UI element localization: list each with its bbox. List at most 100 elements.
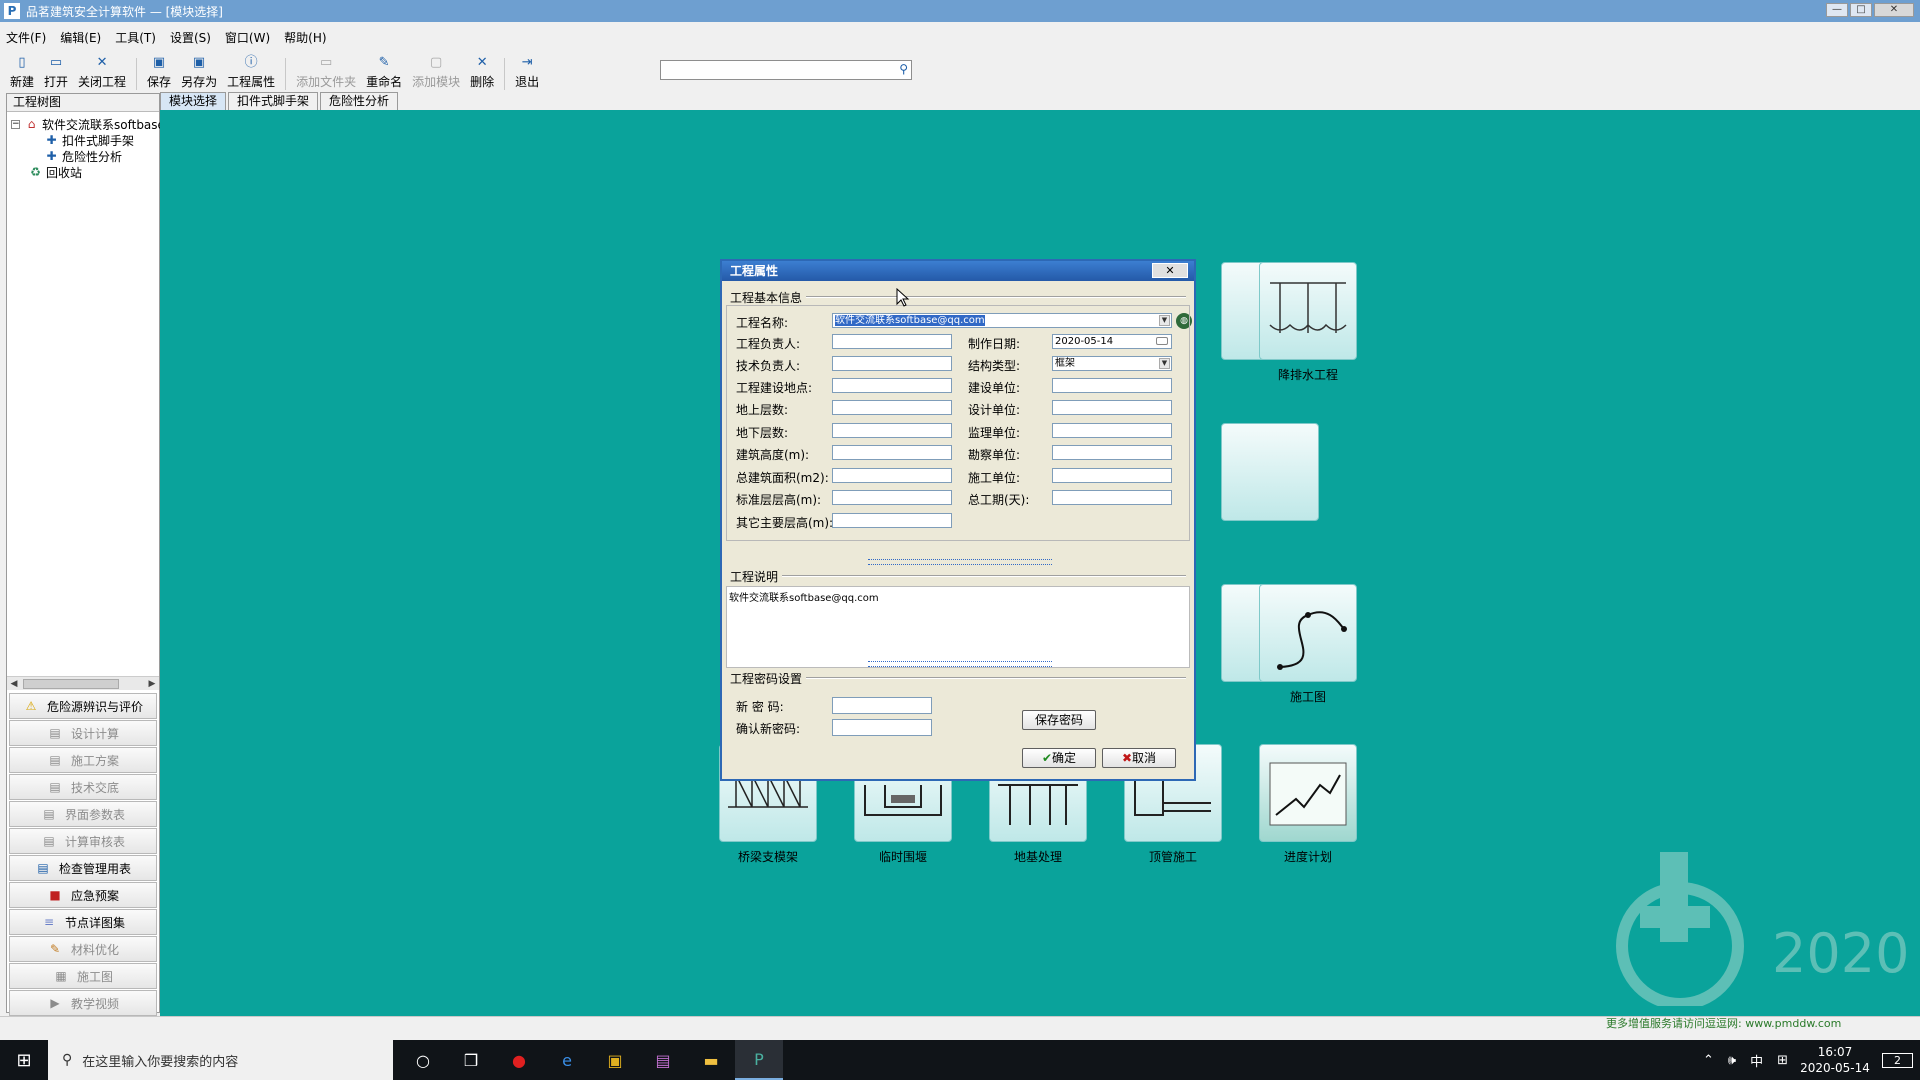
open-button[interactable]: ▭ 打开 xyxy=(44,55,68,90)
file-explorer-icon[interactable]: ▬ xyxy=(687,1040,735,1080)
toolbar: ▯ 新建 ▭ 打开 ✕ 关闭工程 ▣ 保存 ▣ 另存为 ⓘ 工程属性 ▭ 添加文件夹 ✎ 重命名… xyxy=(0,52,1920,90)
search-input[interactable]: ⚲ xyxy=(660,60,912,80)
task-view-icon[interactable]: ❒ xyxy=(447,1040,495,1080)
project-description-textarea[interactable]: 软件交流联系softbase@qq.com xyxy=(726,586,1190,668)
tab-module-select[interactable]: 模块选择 xyxy=(160,92,227,110)
group-divider xyxy=(730,575,1186,577)
volume-icon[interactable]: 🕪 xyxy=(1728,1053,1736,1068)
nav-design-calc[interactable]: ▤ 设计计算 xyxy=(9,720,157,746)
new-password-field[interactable] xyxy=(832,697,932,714)
windows-start-icon[interactable]: ⊞ xyxy=(0,1040,48,1080)
taskbar-clock[interactable]: 16:07 2020-05-14 xyxy=(1795,1044,1875,1076)
watermark-year: 2020 xyxy=(1772,922,1910,985)
scroll-thumb[interactable] xyxy=(23,679,119,689)
pinming-app-icon[interactable]: P xyxy=(735,1040,783,1080)
tree-node-scaffold[interactable]: ✚ 扣件式脚手架 xyxy=(45,132,134,149)
module-drawing[interactable] xyxy=(1259,584,1357,682)
curve-drawing-icon xyxy=(1277,611,1347,670)
menu-window[interactable]: 窗口(W) xyxy=(225,29,270,46)
cancel-button[interactable]: ✖取消 xyxy=(1102,748,1176,768)
tree-horizontal-scrollbar[interactable]: ◀ ▶ xyxy=(7,676,159,690)
save-button[interactable]: ▣ 保存 xyxy=(147,55,171,90)
minimize-button[interactable]: — xyxy=(1826,3,1848,17)
close-project-button[interactable]: ✕ 关闭工程 xyxy=(78,55,126,90)
tree-node-risk[interactable]: ✚ 危险性分析 xyxy=(45,148,122,165)
taskbar-search-placeholder: 在这里输入你要搜索的内容 xyxy=(82,1054,239,1070)
project-props-button[interactable]: ⓘ 工程属性 xyxy=(227,55,275,90)
record-app-icon[interactable]: ● xyxy=(495,1040,543,1080)
maximize-button[interactable]: □ xyxy=(1850,3,1872,17)
module-schedule[interactable] xyxy=(1259,744,1357,842)
tree-node-root[interactable]: − ⌂ 软件交流联系softbase xyxy=(11,116,165,133)
search-icon[interactable]: ⚲ xyxy=(899,62,908,76)
nav-hazard[interactable]: ⚠ 危险源辨识与评价 xyxy=(9,693,157,719)
close-window-button[interactable]: ✕ xyxy=(1874,3,1914,17)
rename-icon: ✎ xyxy=(378,55,390,70)
menu-tools[interactable]: 工具(T) xyxy=(115,29,156,46)
collapse-icon[interactable]: − xyxy=(11,120,20,129)
ime-indicator[interactable]: 中 xyxy=(1750,1051,1763,1070)
nav-drawing[interactable]: ▦ 施工图 xyxy=(9,963,157,989)
document-tabs: 模块选择 扣件式脚手架 危险性分析 xyxy=(160,92,400,110)
recycle-icon: ♻ xyxy=(30,165,41,179)
basic-info-frame xyxy=(726,305,1190,541)
scroll-left-icon[interactable]: ◀ xyxy=(7,677,21,691)
table-icon: ▤ xyxy=(43,807,55,821)
promo-link[interactable]: 更多增值服务请访问逗逗网: www.pmddw.com xyxy=(1606,1016,1906,1032)
edge-browser-icon[interactable]: e xyxy=(543,1040,591,1080)
audit-icon: ▤ xyxy=(43,834,55,848)
app-icon[interactable]: ▣ xyxy=(591,1040,639,1080)
tab-scaffold[interactable]: 扣件式脚手架 xyxy=(228,92,319,110)
add-module-button[interactable]: ▢ 添加模块 xyxy=(412,55,460,90)
menu-help[interactable]: 帮助(H) xyxy=(284,29,326,46)
menu-edit[interactable]: 编辑(E) xyxy=(60,29,101,46)
nav-construction-plan[interactable]: ▤ 施工方案 xyxy=(9,747,157,773)
window-title: 品茗建筑安全计算软件 — [模块选择] xyxy=(26,4,223,19)
group-pwd-title: 工程密码设置 xyxy=(730,670,807,687)
menu-settings[interactable]: 设置(S) xyxy=(170,29,211,46)
nav-video[interactable]: ▶ 教学视频 xyxy=(9,990,157,1016)
tab-risk-analysis[interactable]: 危险性分析 xyxy=(320,92,399,110)
add-folder-button[interactable]: ▭ 添加文件夹 xyxy=(296,55,356,90)
rename-button[interactable]: ✎ 重命名 xyxy=(366,55,402,90)
archive-app-icon[interactable]: ▤ xyxy=(639,1040,687,1080)
cortana-icon[interactable]: ○ xyxy=(399,1040,447,1080)
nav-node-details[interactable]: ≡ 节点详图集 xyxy=(9,909,157,935)
window-titlebar: P 品茗建筑安全计算软件 — [模块选择] — □ ✕ xyxy=(0,0,1920,22)
save-password-button[interactable]: 保存密码 xyxy=(1022,710,1096,730)
save-as-button[interactable]: ▣ 另存为 xyxy=(181,55,217,90)
dialog-close-button[interactable]: ✕ xyxy=(1152,263,1188,278)
function-nav-list: ⚠ 危险源辨识与评价 ▤ 设计计算 ▤ 施工方案 ▤ 技术交底 ▤ 界面参数表 ▤ 计算审核… xyxy=(7,692,159,1017)
tree-node-recycle[interactable]: ♻ 回收站 xyxy=(29,164,82,181)
confirm-password-field[interactable] xyxy=(832,719,932,736)
ok-button[interactable]: ✔确定 xyxy=(1022,748,1096,768)
module-dewatering[interactable] xyxy=(1259,262,1357,360)
section-splitter[interactable] xyxy=(868,559,1052,565)
project-properties-dialog: 工程属性 ✕ 工程基本信息 工程名称: 软件交流联系softbase@qq.co… xyxy=(720,259,1196,781)
nav-material-opt[interactable]: ✎ 材料优化 xyxy=(9,936,157,962)
toolbar-divider xyxy=(504,58,506,90)
search-icon: ⚲ xyxy=(62,1052,73,1068)
new-button[interactable]: ▯ 新建 xyxy=(10,55,34,90)
nav-inspection[interactable]: ▤ 检查管理用表 xyxy=(9,855,157,881)
notification-icon[interactable]: 2 xyxy=(1882,1052,1913,1068)
group-basic-title: 工程基本信息 xyxy=(730,289,807,306)
nav-tech-briefing[interactable]: ▤ 技术交底 xyxy=(9,774,157,800)
mouse-cursor-icon xyxy=(896,288,910,307)
ime-mode-icon[interactable]: ⊞ xyxy=(1777,1053,1788,1068)
save-icon: ▣ xyxy=(152,55,166,70)
taskbar-search[interactable]: ⚲ 在这里输入你要搜索的内容 xyxy=(48,1040,393,1080)
delete-button[interactable]: ✕ 删除 xyxy=(470,55,494,90)
nav-emergency[interactable]: ■ 应急预案 xyxy=(9,882,157,908)
module-tile-hidden-2[interactable] xyxy=(1221,423,1319,521)
tray-chevron-up-icon[interactable]: ⌃ xyxy=(1703,1053,1714,1068)
group-desc-title: 工程说明 xyxy=(730,568,783,585)
nav-param-table[interactable]: ▤ 界面参数表 xyxy=(9,801,157,827)
exit-button[interactable]: ⇥ 退出 xyxy=(515,55,539,90)
nav-audit-table[interactable]: ▤ 计算审核表 xyxy=(9,828,157,854)
menu-file[interactable]: 文件(F) xyxy=(6,29,46,46)
scroll-right-icon[interactable]: ▶ xyxy=(145,677,159,691)
inspection-icon: ▤ xyxy=(37,861,49,875)
module-label: 临时围堰 xyxy=(878,850,927,864)
section-splitter[interactable] xyxy=(868,661,1052,667)
